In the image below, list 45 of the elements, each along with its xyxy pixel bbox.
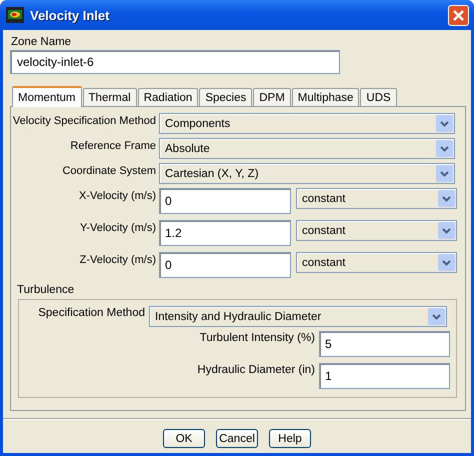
dropdown[interactable]: constant [296,220,457,241]
dropdown[interactable]: Intensity and Hydraulic Diameter [149,306,447,327]
field-label: X-Velocity (m/s) [78,189,157,202]
tab[interactable]: UDS [360,88,397,106]
chevron-down-icon [438,254,455,271]
field-label: Reference Frame [69,139,157,152]
chevron-down-icon [436,115,453,132]
chevron-down-icon [436,165,453,182]
dropdown[interactable]: Cartesian (X, Y, Z) [159,163,455,184]
field-label: Coordinate System [61,164,157,177]
field-label: Velocity Specification Method [12,114,157,127]
value-field[interactable]: 0 [159,188,291,214]
field-label: Y-Velocity (m/s) [78,221,157,234]
tab[interactable]: Thermal [82,88,137,106]
tab[interactable]: Species [199,88,252,106]
dropdown[interactable]: Absolute [159,138,455,159]
window-title: Velocity Inlet [30,8,110,22]
tab[interactable]: Radiation [138,88,198,106]
chevron-down-icon [428,308,445,325]
value-field[interactable]: 0 [159,252,291,278]
field-label: Hydraulic Diameter (in) [197,363,316,378]
close-icon [452,8,465,22]
field-label: Specification Method [37,306,146,321]
tab[interactable]: DPM [253,88,291,106]
app-icon [6,7,24,23]
dialog-button[interactable]: OK [163,429,205,448]
dropdown[interactable]: Components [159,113,455,134]
value-field[interactable]: 1.2 [159,220,291,246]
chevron-down-icon [438,222,455,239]
chevron-down-icon [438,190,455,207]
dialog-button[interactable]: Help [269,429,311,448]
tab[interactable]: Momentum [12,86,82,107]
dialog-button[interactable]: Cancel [216,429,258,448]
group-title: Turbulence [17,284,76,298]
chevron-down-icon [436,140,453,157]
field-label: Turbulent Intensity (%) [200,331,316,346]
close-button[interactable] [448,4,469,26]
tab[interactable]: Multiphase [292,88,360,106]
dropdown[interactable]: constant [296,252,457,273]
field-label: Z-Velocity (m/s) [78,253,157,266]
value-field[interactable]: 5 [319,331,450,357]
zone-name-field[interactable]: velocity-inlet-6 [10,50,340,74]
field-label: Zone Name [11,35,72,49]
dropdown[interactable]: constant [296,188,457,209]
value-field[interactable]: 1 [319,363,450,389]
